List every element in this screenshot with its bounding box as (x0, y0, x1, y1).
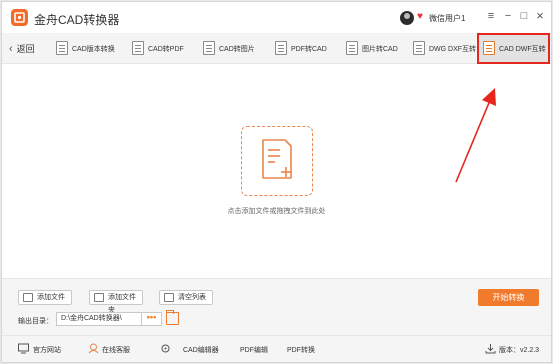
pdf-editor-link[interactable]: PDF编辑 (240, 345, 268, 355)
version-label: 版本：v2.2.3 (499, 347, 540, 354)
folder-add-icon (94, 293, 104, 302)
output-path-field[interactable]: D:\金舟CAD转换器\ (56, 312, 142, 326)
clear-list-button[interactable]: 清空列表 (159, 290, 213, 305)
footer-bar: 官方网站 在线客服 CAD编辑器 PDF编辑 PDF转换 版本：v2.2.3 (2, 335, 551, 362)
clear-list-label: 清空列表 (178, 294, 206, 301)
red-arrow-annotation (455, 88, 496, 183)
cad-editor-link[interactable]: CAD编辑器 (183, 345, 219, 355)
output-dir-label: 输出目录： (18, 318, 53, 325)
support-icon (88, 343, 99, 354)
pdf-convert-link[interactable]: PDF转换 (287, 345, 315, 355)
browse-button[interactable]: ••• (142, 312, 162, 326)
file-icon (23, 293, 33, 302)
open-folder-icon[interactable] (166, 310, 179, 325)
download-icon (485, 344, 496, 354)
add-file-label: 添加文件 (37, 294, 65, 301)
start-convert-button[interactable]: 开始转换 (478, 289, 539, 306)
monitor-icon (18, 343, 29, 354)
official-site-link[interactable]: 官方网站 (33, 345, 61, 355)
add-folder-label: 添加文件夹 (108, 294, 136, 314)
trash-icon (164, 293, 174, 302)
bottom-panel: 添加文件 添加文件夹 清空列表 开始转换 输出目录： D:\金舟CAD转换器\ … (2, 278, 551, 335)
app-window: 金舟CAD转换器 ♥ 微信用户1 ≡ − □ × ‹ 返回 CAD版本转换 CAD… (1, 1, 552, 363)
online-support-link[interactable]: 在线客服 (102, 345, 130, 355)
add-folder-button[interactable]: 添加文件夹 (89, 290, 143, 314)
add-file-button[interactable]: 添加文件 (18, 290, 72, 305)
cad-editor-icon (161, 344, 170, 353)
